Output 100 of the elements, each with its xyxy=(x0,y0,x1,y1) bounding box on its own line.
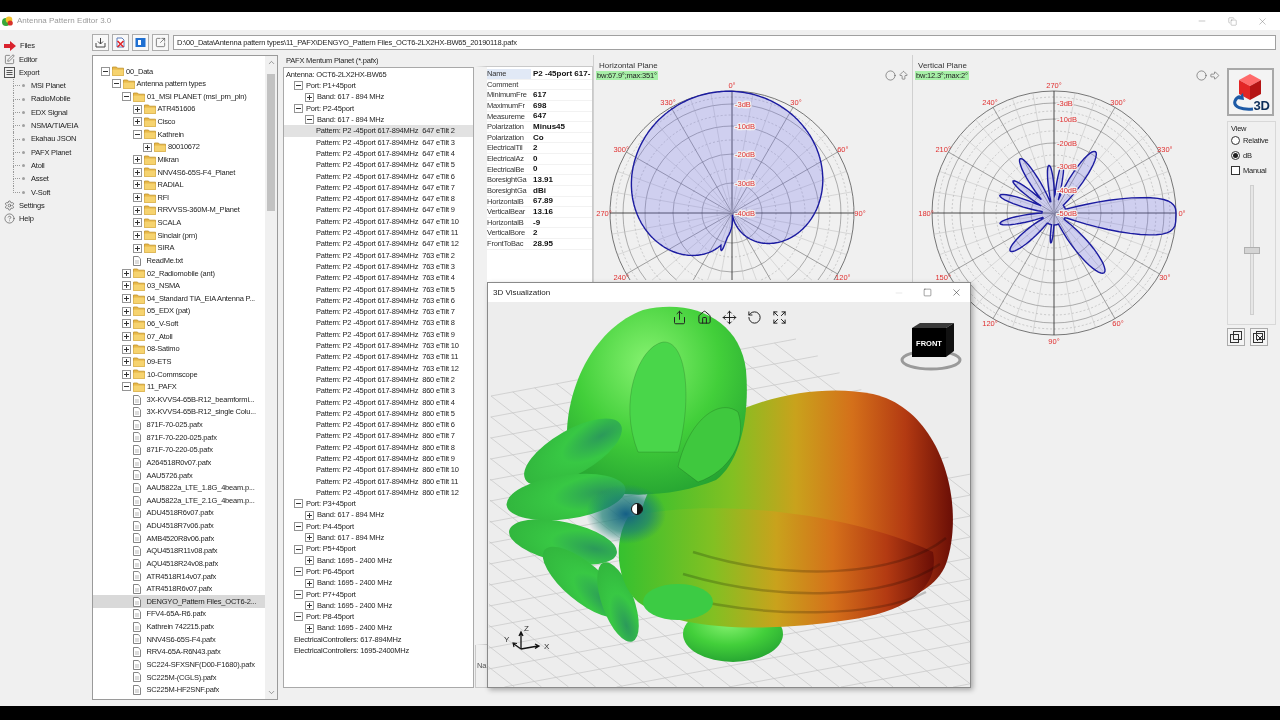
window-title: 3D Visualization xyxy=(493,288,551,297)
tree-expand-icon[interactable] xyxy=(305,555,314,565)
window-title: Antenna Pattern Editor 3.0 xyxy=(17,17,112,25)
file-icon xyxy=(132,672,141,683)
folder-icon xyxy=(154,142,166,153)
tree-expand-icon[interactable] xyxy=(305,623,314,633)
document-x-icon xyxy=(115,37,126,48)
chart-title: Horizontal Plane xyxy=(599,62,658,70)
clone-button[interactable] xyxy=(1227,328,1245,346)
tree-expand-icon[interactable] xyxy=(132,230,142,240)
tree-expand-icon[interactable] xyxy=(122,331,131,341)
tree-collapse-icon[interactable] xyxy=(122,382,131,392)
tree-collapse-icon[interactable] xyxy=(132,129,142,139)
folder-icon xyxy=(122,78,135,89)
checkbox[interactable] xyxy=(1231,166,1240,175)
folder-icon xyxy=(143,179,156,190)
share-icon[interactable] xyxy=(672,310,687,325)
view-cube[interactable] xyxy=(900,323,962,371)
file-icon xyxy=(132,457,141,468)
file-icon xyxy=(132,546,141,557)
remove-button[interactable] xyxy=(112,34,129,51)
clear-button[interactable] xyxy=(1250,328,1268,346)
close-icon[interactable] xyxy=(951,287,962,298)
tree-expand-icon[interactable] xyxy=(122,344,131,354)
tree-expand-icon[interactable] xyxy=(122,306,131,316)
tree-expand-icon[interactable] xyxy=(122,319,131,329)
tree-expand-icon[interactable] xyxy=(305,92,314,102)
tree-collapse-icon[interactable] xyxy=(101,66,110,76)
tree-collapse-icon[interactable] xyxy=(294,522,303,531)
file-icon xyxy=(132,520,141,531)
file-icon xyxy=(132,583,141,594)
tree-expand-icon[interactable] xyxy=(122,357,131,367)
tree-collapse-icon[interactable] xyxy=(294,499,303,509)
export-button[interactable] xyxy=(152,34,169,51)
slider-thumb[interactable] xyxy=(1243,246,1260,254)
tree-expand-icon[interactable] xyxy=(143,142,152,152)
home-icon[interactable] xyxy=(697,310,712,325)
file-icon xyxy=(132,621,141,632)
tree-expand-icon[interactable] xyxy=(122,268,131,278)
file-icon xyxy=(132,634,141,645)
arrow-right-icon[interactable] xyxy=(1209,69,1220,81)
file-icon xyxy=(132,659,141,670)
tree-expand-icon[interactable] xyxy=(132,243,142,253)
tree-expand-icon[interactable] xyxy=(132,218,142,228)
file-icon xyxy=(132,684,141,695)
file-icon xyxy=(132,407,141,418)
tree-collapse-icon[interactable] xyxy=(294,81,303,91)
radio-button[interactable] xyxy=(1231,151,1240,160)
tree-expand-icon[interactable] xyxy=(122,294,131,304)
move-icon[interactable] xyxy=(722,310,737,325)
import-button[interactable] xyxy=(92,34,109,51)
file-icon xyxy=(132,609,141,620)
file-icon xyxy=(132,482,141,493)
tree-collapse-icon[interactable] xyxy=(294,104,303,114)
tree-expand-icon[interactable] xyxy=(305,510,314,520)
tree-expand-icon[interactable] xyxy=(132,180,142,190)
scrollbar-thumb[interactable] xyxy=(267,74,275,211)
property-value: 13.91 xyxy=(533,176,554,185)
tree-expand-icon[interactable] xyxy=(132,167,142,177)
tree-collapse-icon[interactable] xyxy=(294,589,303,599)
tree-collapse-icon[interactable] xyxy=(294,612,303,622)
tree-expand-icon[interactable] xyxy=(122,281,131,291)
bullet-icon xyxy=(22,97,25,101)
folder-icon xyxy=(133,356,145,367)
property-value: 2 xyxy=(533,144,538,153)
folder-icon xyxy=(112,66,124,77)
folder-icon xyxy=(143,167,156,178)
folder-icon xyxy=(133,268,145,279)
rotate-icon[interactable] xyxy=(747,310,762,325)
folder-icon xyxy=(133,280,145,291)
tree-collapse-icon[interactable] xyxy=(294,544,303,554)
scrollbar[interactable] xyxy=(265,56,277,699)
open-app-button[interactable] xyxy=(132,34,149,51)
tree-collapse-icon[interactable] xyxy=(305,115,314,125)
property-value: 28.95 xyxy=(533,239,554,248)
tree-expand-icon[interactable] xyxy=(132,117,142,127)
tree-expand-icon[interactable] xyxy=(305,578,314,588)
arrow-right-icon xyxy=(4,41,16,51)
radio-button[interactable] xyxy=(1231,136,1240,145)
tree-expand-icon[interactable] xyxy=(122,369,131,379)
folder-icon xyxy=(133,306,145,317)
tree-collapse-icon[interactable] xyxy=(111,79,121,89)
tree-expand-icon[interactable] xyxy=(132,205,142,215)
tree-expand-icon[interactable] xyxy=(305,601,314,611)
fullscreen-icon[interactable] xyxy=(772,310,787,325)
folder-icon xyxy=(133,91,145,102)
folder-icon xyxy=(143,243,156,254)
tree-collapse-icon[interactable] xyxy=(294,567,303,577)
tree-expand-icon[interactable] xyxy=(132,104,142,114)
tree-expand-icon[interactable] xyxy=(132,155,142,165)
bullet-icon xyxy=(22,137,25,141)
folder-icon xyxy=(143,230,156,241)
arrow-up-icon[interactable] xyxy=(898,69,909,81)
tree-expand-icon[interactable] xyxy=(305,533,314,543)
folder-icon xyxy=(143,104,156,115)
3d-view-button[interactable]: 3D xyxy=(1227,68,1274,116)
file-icon xyxy=(132,255,141,266)
bullet-icon xyxy=(22,164,25,168)
tree-expand-icon[interactable] xyxy=(132,193,142,203)
tree-collapse-icon[interactable] xyxy=(122,92,131,102)
